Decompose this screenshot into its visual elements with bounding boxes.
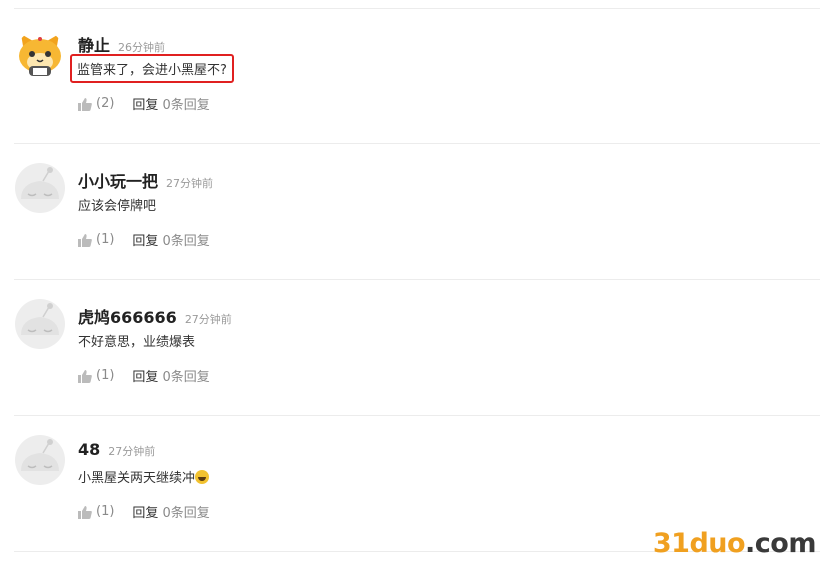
thumbs-up-icon[interactable] bbox=[78, 233, 92, 247]
author-name[interactable]: 小小玩一把 bbox=[78, 172, 158, 191]
comment-author[interactable]: 小小玩一把 27分钟前 bbox=[78, 168, 213, 192]
comment-actions: (1) 回复 0条回复 bbox=[78, 502, 210, 521]
thumbs-up-icon[interactable] bbox=[78, 97, 92, 111]
author-name[interactable]: 虎鸠666666 bbox=[78, 308, 177, 327]
comment-author[interactable]: 48 27分钟前 bbox=[78, 440, 155, 459]
like-count[interactable]: (1) bbox=[96, 504, 114, 519]
like-count[interactable]: (1) bbox=[96, 368, 114, 383]
comment-text: 不好意思，业绩爆表 bbox=[78, 335, 196, 350]
comment-text: 监管来了，会进小黑屋不? bbox=[70, 54, 234, 83]
default-avatar-icon[interactable] bbox=[15, 435, 65, 485]
comment-time: 27分钟前 bbox=[166, 177, 214, 190]
reply-count[interactable]: 0条回复 bbox=[162, 366, 209, 385]
thumbs-up-icon[interactable] bbox=[78, 505, 92, 519]
comment-text: 小黑屋关两天继续冲 bbox=[78, 467, 210, 486]
like-count[interactable]: (2) bbox=[96, 96, 114, 111]
comment-author[interactable]: 虎鸠666666 27分钟前 bbox=[78, 304, 232, 328]
author-name[interactable]: 静止 bbox=[78, 36, 110, 55]
watermark-part1: 31duo bbox=[652, 528, 746, 559]
comment-item: 小小玩一把 27分钟前 应该会停牌吧 (1) 回复 0条回复 bbox=[0, 143, 830, 279]
default-avatar-icon[interactable] bbox=[15, 163, 65, 213]
grinning-face-icon bbox=[195, 470, 210, 484]
comment-time: 26分钟前 bbox=[118, 41, 166, 54]
reply-count[interactable]: 0条回复 bbox=[162, 94, 209, 113]
author-name[interactable]: 48 bbox=[78, 440, 100, 459]
comment-time: 27分钟前 bbox=[108, 445, 156, 458]
reply-button[interactable]: 回复 bbox=[132, 94, 158, 113]
thumbs-up-icon[interactable] bbox=[78, 369, 92, 383]
reply-button[interactable]: 回复 bbox=[132, 230, 158, 249]
comment-item: 静止 26分钟前 监管来了，会进小黑屋不? (2) 回复 0条回复 bbox=[0, 8, 830, 144]
reply-button[interactable]: 回复 bbox=[132, 502, 158, 521]
like-count[interactable]: (1) bbox=[96, 232, 114, 247]
watermark-part2: .com bbox=[745, 528, 816, 559]
site-watermark: 31duo.com bbox=[652, 528, 817, 559]
comment-text-content: 小黑屋关两天继续冲 bbox=[78, 471, 196, 486]
comment-item: 虎鸠666666 27分钟前 不好意思，业绩爆表 (1) 回复 0条回复 bbox=[0, 279, 830, 415]
reply-count[interactable]: 0条回复 bbox=[162, 230, 209, 249]
reply-button[interactable]: 回复 bbox=[132, 366, 158, 385]
comment-actions: (1) 回复 0条回复 bbox=[78, 366, 210, 385]
comment-text: 应该会停牌吧 bbox=[78, 199, 157, 214]
reply-count[interactable]: 0条回复 bbox=[162, 502, 209, 521]
comment-time: 27分钟前 bbox=[184, 313, 232, 326]
cat-avatar-icon[interactable] bbox=[15, 30, 65, 80]
comment-author[interactable]: 静止 26分钟前 bbox=[78, 32, 165, 56]
comment-actions: (1) 回复 0条回复 bbox=[78, 230, 210, 249]
default-avatar-icon[interactable] bbox=[15, 299, 65, 349]
comment-actions: (2) 回复 0条回复 bbox=[78, 94, 210, 113]
